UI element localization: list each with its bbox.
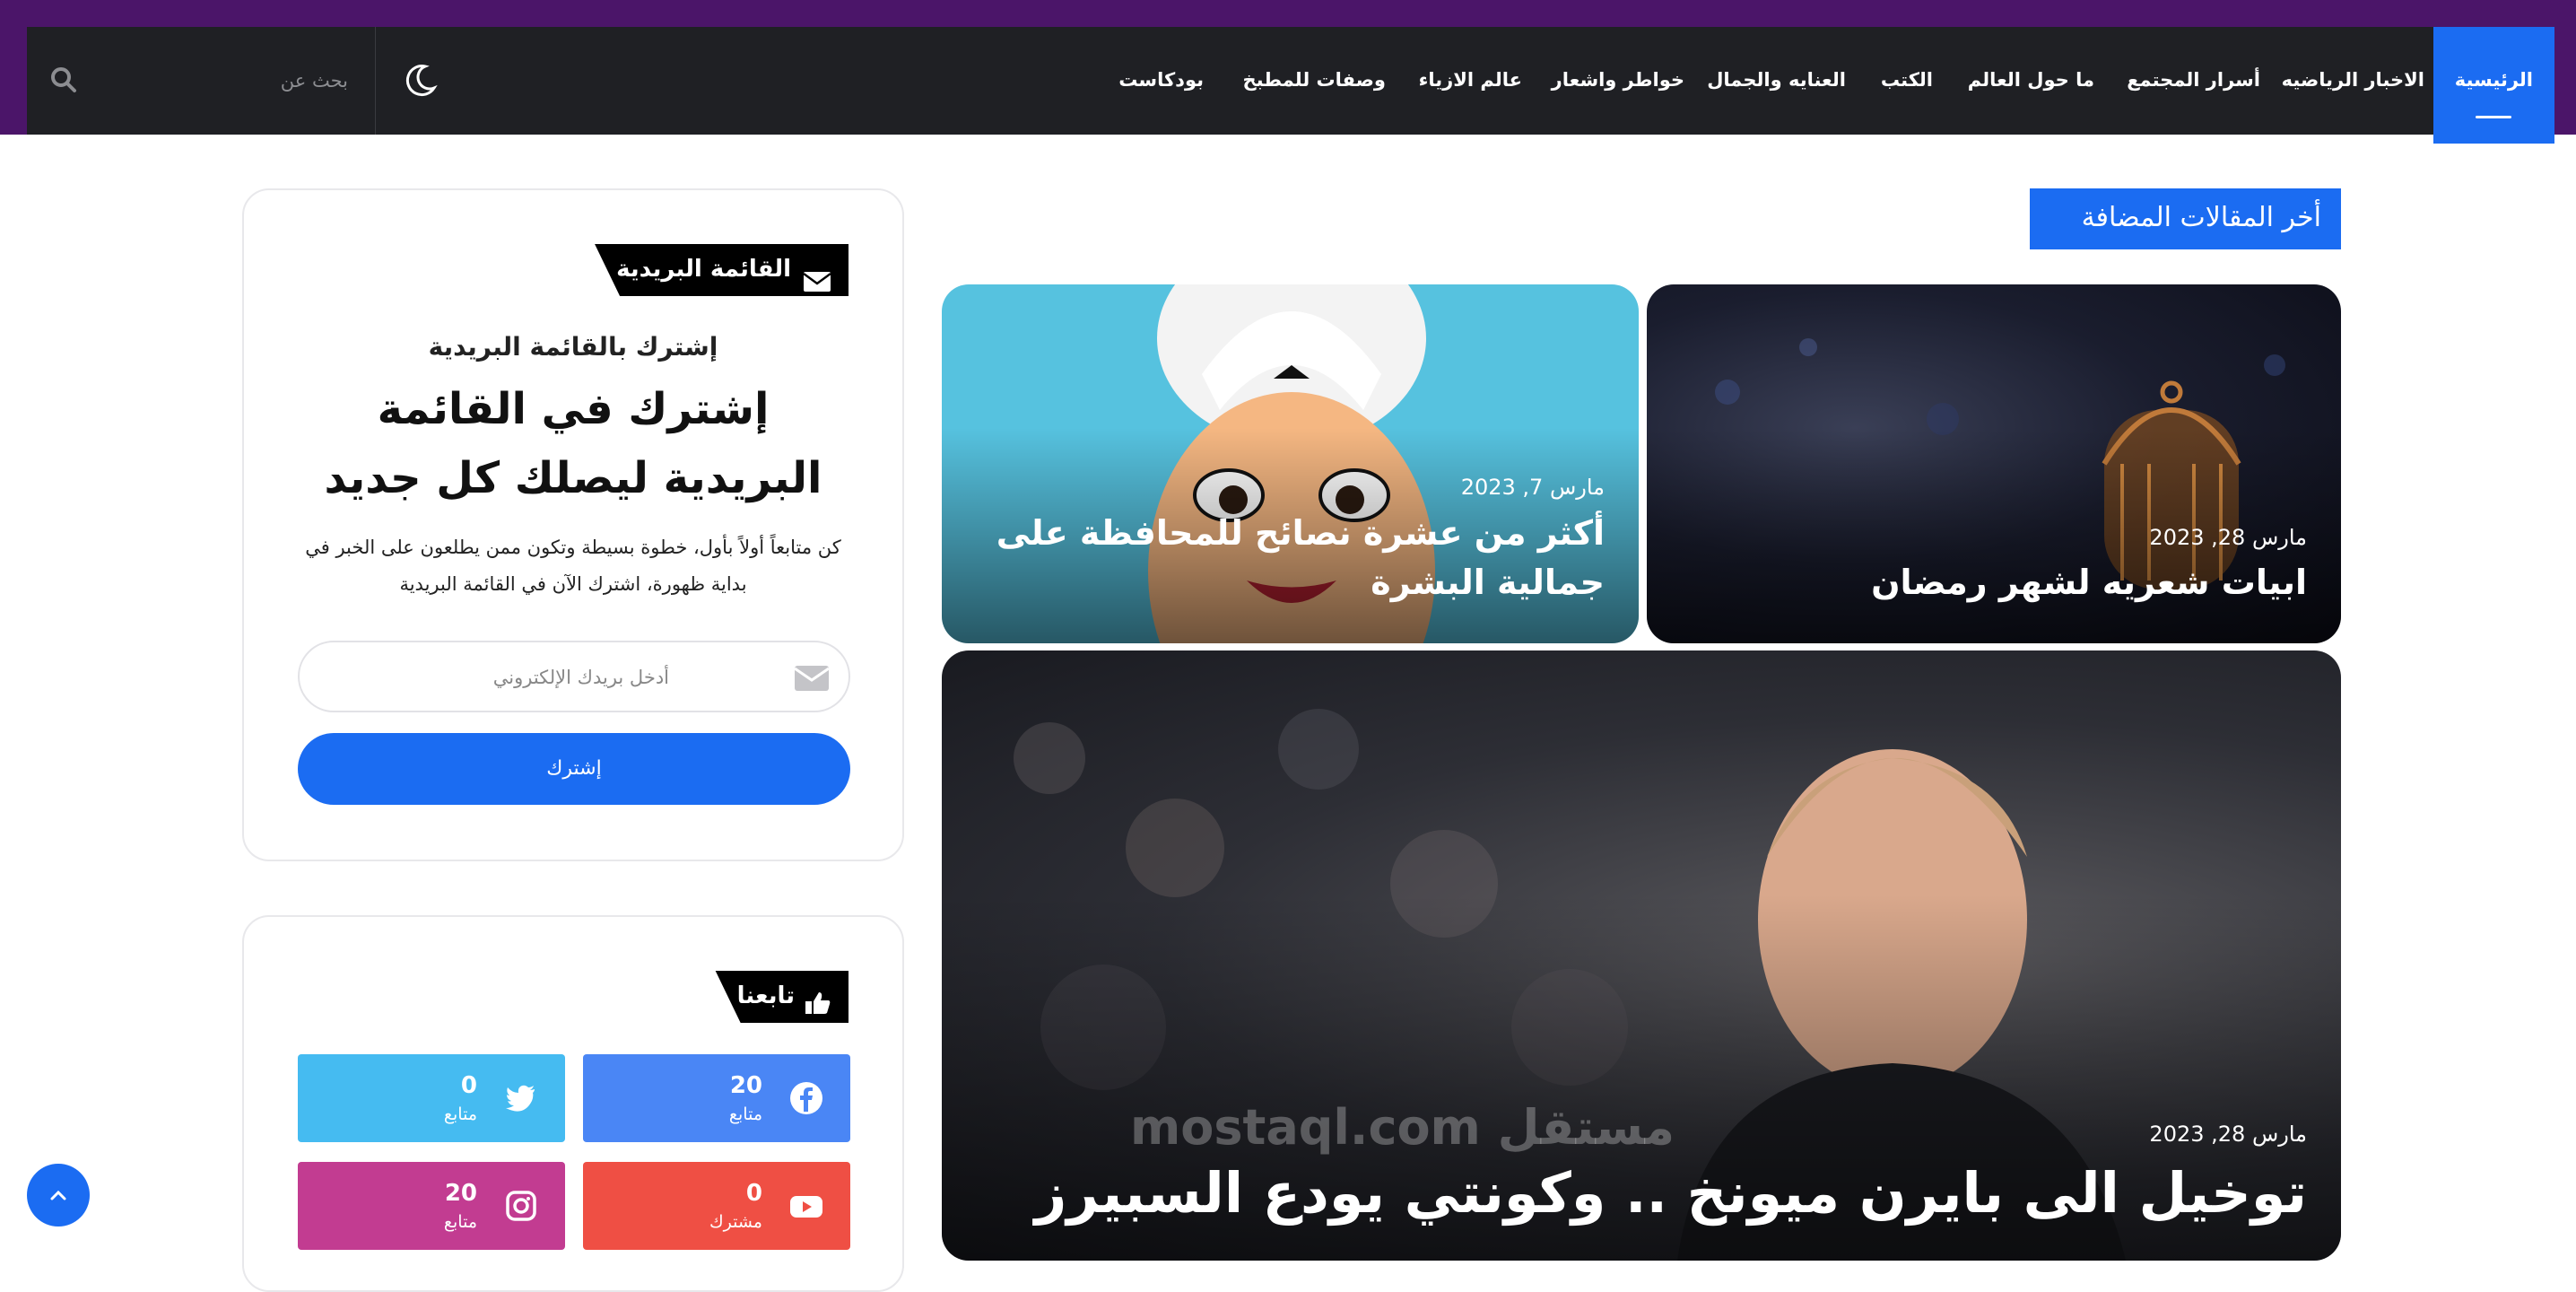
nav-item-label: الرئيسية — [2454, 69, 2533, 91]
nav-item-kitchen[interactable]: وصفات للمطبخ — [1243, 27, 1386, 135]
newsletter-description: كن متابعاً أولاً بأول، خطوة بسيطة وتكون … — [305, 537, 841, 595]
follow-heading: تابعنا — [715, 971, 849, 1023]
nav-item-home[interactable]: الرئيسية — [2432, 27, 2554, 144]
search-icon[interactable] — [48, 65, 79, 95]
subscribe-button[interactable]: إشترك — [298, 733, 850, 805]
post-card-skincare[interactable]: مارس 7, 2023 أكثر من عشرة نصائح للمحافظة… — [942, 284, 1639, 643]
youtube-icon — [789, 1189, 823, 1223]
email-field[interactable]: أدخل بريدك الإلكتروني — [298, 641, 850, 712]
nav-item-poetry[interactable]: خواطر واشعار — [1552, 27, 1684, 135]
newsletter-title: إشترك في القائمة البريدية ليصلك كل جديد — [324, 384, 822, 503]
post-title[interactable]: توخيل الى بايرن ميونخ .. وكونتي يودع الس… — [1035, 1153, 2307, 1234]
thumbs-up-icon — [805, 983, 831, 1023]
nav-item-podcast[interactable]: بودكاست — [1118, 27, 1204, 135]
facebook-follow-button[interactable]: 20 متابع — [583, 1054, 850, 1142]
follower-label: متابع — [728, 1104, 762, 1124]
follower-count: 20 — [444, 1180, 477, 1207]
post-date: مارس 28, 2023 — [2149, 525, 2307, 550]
nav-item-books[interactable]: الكتب — [1881, 27, 1933, 135]
main-navbar: الرئيسية الاخبار الرياضيه أسرار المجتمع … — [27, 27, 2554, 144]
post-date: مارس 7, 2023 — [1460, 475, 1605, 500]
facebook-icon — [789, 1081, 823, 1115]
heading-text: القائمة البريدية — [616, 256, 791, 283]
subscriber-label: مشترك — [709, 1212, 762, 1232]
follower-label: متابع — [443, 1212, 477, 1232]
nav-item-society[interactable]: أسرار المجتمع — [2127, 27, 2260, 135]
scroll-to-top-button[interactable] — [27, 1164, 90, 1227]
envelope-icon — [794, 666, 830, 691]
heading-text: تابعنا — [736, 982, 795, 1009]
twitter-follow-button[interactable]: 0 متابع — [298, 1054, 565, 1142]
email-placeholder: أدخل بريدك الإلكتروني — [492, 667, 669, 688]
envelope-icon — [803, 259, 831, 296]
nav-item-fashion[interactable]: عالم الازياء — [1419, 27, 1522, 135]
chevron-up-icon — [50, 1190, 66, 1200]
follower-label: متابع — [443, 1104, 477, 1124]
follower-count: 20 — [729, 1072, 762, 1099]
follow-widget: تابعنا 20 متابع 0 متابع 0 مشترك 20 متابع — [242, 915, 904, 1292]
nav-item-world[interactable]: ما حول العالم — [1968, 27, 2094, 135]
post-date: مارس 28, 2023 — [2149, 1122, 2307, 1147]
latest-articles-heading: أخر المقالات المضافة — [2029, 188, 2341, 249]
newsletter-subtitle: إشترك بالقائمة البريدية — [428, 332, 718, 362]
post-title[interactable]: ابيات شعريه لشهر رمضان — [1871, 558, 2307, 607]
instagram-icon — [504, 1189, 538, 1223]
nav-item-beauty[interactable]: العنايه والجمال — [1707, 27, 1846, 135]
follower-count: 0 — [460, 1072, 477, 1099]
newsletter-widget: القائمة البريدية إشترك بالقائمة البريدية… — [242, 188, 904, 861]
search-box[interactable]: بحث عن — [27, 27, 376, 135]
twitter-icon — [504, 1081, 538, 1115]
post-card-tuchel[interactable]: مستقل mostaql.com مارس 28, 2023 توخيل ال… — [942, 650, 2341, 1261]
watermark: مستقل mostaql.com — [1130, 1099, 1675, 1156]
subscriber-count: 0 — [745, 1180, 762, 1207]
post-title[interactable]: أكثر من عشرة نصائح للمحافظة على جمالية ا… — [959, 509, 1605, 607]
heading-text: أخر المقالات المضافة — [2081, 202, 2321, 233]
youtube-follow-button[interactable]: 0 مشترك — [583, 1162, 850, 1250]
newsletter-heading: القائمة البريدية — [595, 244, 849, 296]
nav-item-sports[interactable]: الاخبار الرياضيه — [2282, 27, 2424, 135]
search-input[interactable]: بحث عن — [281, 27, 348, 135]
moon-icon[interactable] — [402, 61, 439, 99]
instagram-follow-button[interactable]: 20 متابع — [298, 1162, 565, 1250]
active-indicator — [2476, 116, 2512, 118]
post-card-ramadan[interactable]: مارس 28, 2023 ابيات شعريه لشهر رمضان — [1647, 284, 2341, 643]
